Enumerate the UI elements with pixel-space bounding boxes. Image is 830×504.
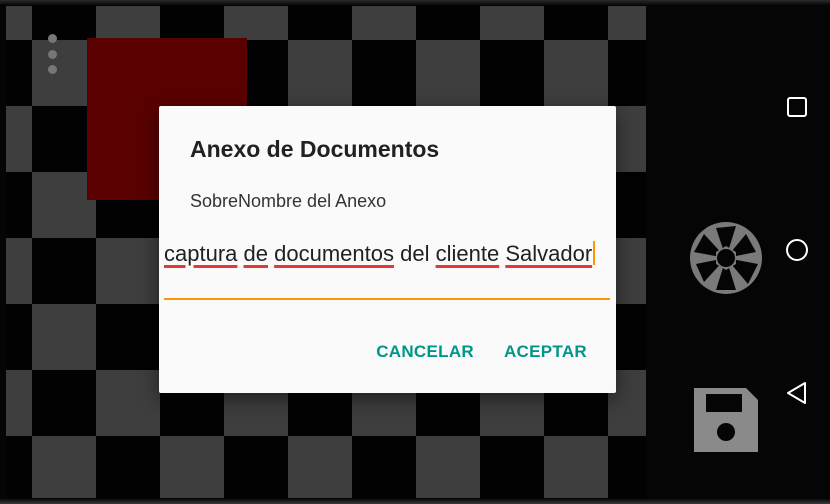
text-caret [593,241,596,265]
device-frame: Anexo de Documentos SobreNombre del Anex… [0,0,830,504]
input-word: captura [164,241,238,266]
input-word: Salvador [505,241,593,266]
dialog-actions: CANCELAR ACEPTAR [376,342,587,362]
input-word: cliente [435,241,500,266]
accept-button[interactable]: ACEPTAR [504,342,587,362]
cancel-button[interactable]: CANCELAR [376,342,474,362]
attachment-name-dialog: Anexo de Documentos SobreNombre del Anex… [159,106,616,393]
input-text[interactable]: captura de documentos del cliente Salvad… [164,240,610,268]
input-word: documentos [274,241,394,266]
dialog-title: Anexo de Documentos [190,136,440,162]
input-word: de [243,241,268,266]
input-underline [164,298,610,300]
input-word: del [400,241,430,266]
attachment-name-input[interactable]: captura de documentos del cliente Salvad… [164,240,610,302]
dialog-message: SobreNombre del Anexo [190,191,387,211]
